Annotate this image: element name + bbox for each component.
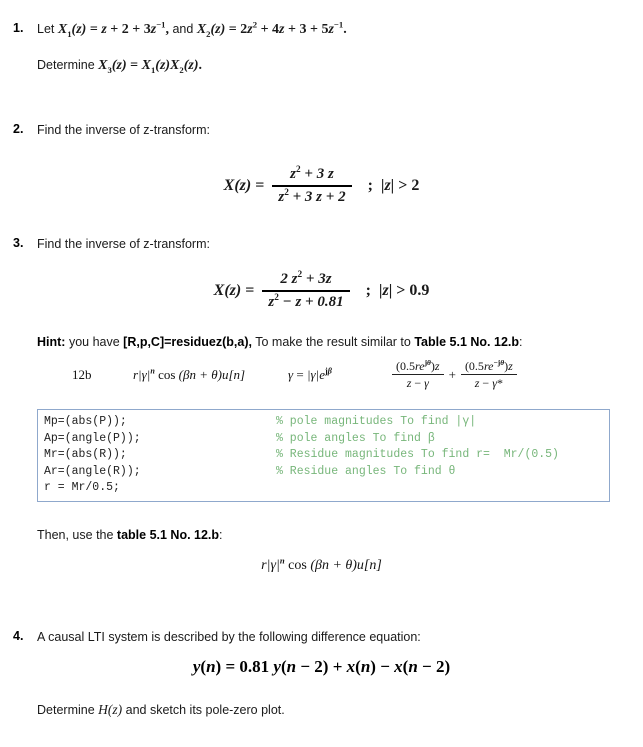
code-statement: Mp=(abs(P));	[44, 415, 127, 428]
code-line: r = Mr/0.5;	[44, 480, 609, 497]
problem-3-prompt: Find the inverse of z-transform:	[37, 237, 210, 251]
table-row-fraction-2-numerator: (0.5re−jθ)z	[464, 358, 513, 373]
problem-3-numerator: 2 z2 + 3z	[280, 270, 332, 287]
then-use-text-1: Then, use the	[37, 528, 117, 542]
hint-bold-1: [R,p,C]=residuez(b,a),	[123, 335, 252, 349]
code-line: Mr=(abs(R)); % Residue magnitudes To find…	[44, 447, 609, 464]
problem-2-denominator: z2 + 3 z + 2	[278, 187, 346, 205]
problem-2-fraction: z2 + 3 z z2 + 3 z + 2	[272, 165, 352, 207]
hint-line: Hint: you have [R,p,C]=residuez(b,a), To…	[37, 334, 523, 350]
problem-4-follow-up-math: H(z)	[98, 702, 123, 717]
code-comment: % Residue magnitudes To find r= Mr/(0.5)	[276, 448, 559, 461]
table-row-fraction-1-numerator: (0.5rejθ)z	[396, 358, 440, 373]
hint-label: Hint:	[37, 335, 66, 349]
matlab-code-block: Mp=(abs(P)); % pole magnitudes To find |γ…	[37, 409, 610, 502]
problem-4-difference-equation: y(n) = 0.81 y(n − 2) + x(n) − x(n − 2)	[192, 657, 451, 676]
problem-2-numerator: z2 + 3 z	[290, 165, 334, 182]
problem-2-equation: X(z) = z2 + 3 z z2 + 3 z + 2 ; |z| > 2	[0, 165, 643, 207]
problem-2-equation-lhs: X(z) =	[223, 176, 265, 194]
then-use-formula: r|γ|n cos (βn + θ)u[n]	[261, 555, 382, 573]
problem-1-line-1-math: X1(z) = z + 2 + 3z−1, and X2(z) = 2z2 + …	[57, 19, 347, 39]
table-row-fraction-1: (0.5rejθ)z z − γ	[392, 359, 444, 391]
problem-4-follow-up-text: Determine H(z) and sketch its pole-zero …	[37, 701, 285, 719]
problem-4-prompt: A causal LTI system is described by the …	[37, 630, 421, 644]
problem-1-line-2-math: X3(z) = X1(z)X2(z).	[98, 58, 203, 75]
problem-2-number: 2.	[13, 122, 24, 136]
table-row-fraction-2-denominator: z − γ*	[474, 376, 503, 391]
then-use-bold-1: table 5.1 No. 12.b	[116, 528, 220, 542]
problem-4-follow-up-prefix: Determine	[37, 703, 99, 717]
code-statement: Mr=(abs(R));	[44, 448, 127, 461]
hint-text-2: To make the result similar to	[252, 335, 415, 349]
problem-4-number: 4.	[13, 629, 24, 643]
problem-4-equation: y(n) = 0.81 y(n − 2) + x(n) − x(n − 2)	[0, 657, 643, 677]
table-row-id: 12b	[72, 367, 92, 382]
code-comment: % Residue angles To find θ	[276, 464, 456, 478]
problem-3-fraction: 2 z2 + 3z z2 − z + 0.81	[262, 270, 350, 312]
problem-3-roc: ; |z| > 0.9	[365, 281, 430, 299]
problem-1-line-2-prefix: Determine	[37, 58, 99, 72]
table-row-fraction-2: (0.5re−jθ)z z − γ*	[460, 358, 517, 391]
table-row-gamma-definition: γ = |γ|ejβ	[288, 366, 332, 382]
code-comment: % pole angles To find β	[276, 431, 435, 445]
code-statement: Ap=(angle(P));	[44, 431, 141, 445]
then-use-line: Then, use the table 5.1 No. 12.b:	[37, 527, 223, 543]
problem-4-follow-up-suffix: and sketch its pole-zero plot.	[122, 703, 285, 717]
problem-2-roc: ; |z| > 2	[367, 176, 420, 194]
problem-3-number: 3.	[13, 236, 24, 250]
problem-1-line-2: Determine X3(z) = X1(z)X2(z).	[37, 57, 202, 74]
problem-2-prompt: Find the inverse of z-transform:	[37, 123, 210, 137]
code-line: Ap=(angle(P)); % pole angles To find β	[44, 431, 609, 448]
problem-3-denominator: z2 − z + 0.81	[268, 292, 344, 310]
problem-3-equation-lhs: X(z) =	[213, 281, 255, 299]
document-page: 1. Let X1(z) = z + 2 + 3z−1, and X2(z) =…	[0, 0, 643, 747]
table-row-plus-operator: +	[448, 366, 456, 382]
problem-1-number: 1.	[13, 21, 24, 35]
table-row-expression: r|γ|n cos (βn + θ)u[n]	[133, 366, 246, 382]
problem-1-line-1-prefix: Let	[37, 22, 58, 36]
table-row-partial-fractions: (0.5rejθ)z z − γ + (0.5re−jθ)z z − γ*	[392, 359, 517, 391]
hint-text-1: you have	[65, 335, 124, 349]
code-line: Ar=(angle(R)); % Residue angles To find θ	[44, 464, 609, 481]
problem-3-equation: X(z) = 2 z2 + 3z z2 − z + 0.81 ; |z| > 0…	[0, 270, 643, 312]
code-statement: Ar=(angle(R));	[44, 464, 141, 478]
code-comment: % pole magnitudes To find |γ|	[276, 415, 477, 428]
code-statement: r = Mr/0.5;	[44, 481, 120, 494]
hint-text-3: :	[519, 335, 523, 349]
problem-1-line-1: Let X1(z) = z + 2 + 3z−1, and X2(z) = 2z…	[37, 19, 347, 39]
hint-bold-2: Table 5.1 No. 12.b	[414, 335, 520, 349]
code-line: Mp=(abs(P)); % pole magnitudes To find |γ…	[44, 414, 609, 431]
table-5-1-row-12b: 12b r|γ|n cos (βn + θ)u[n] γ = |γ|ejβ (0…	[0, 357, 643, 397]
table-row-fraction-1-denominator: z − γ	[406, 376, 429, 391]
then-use-text-2: :	[219, 528, 223, 542]
